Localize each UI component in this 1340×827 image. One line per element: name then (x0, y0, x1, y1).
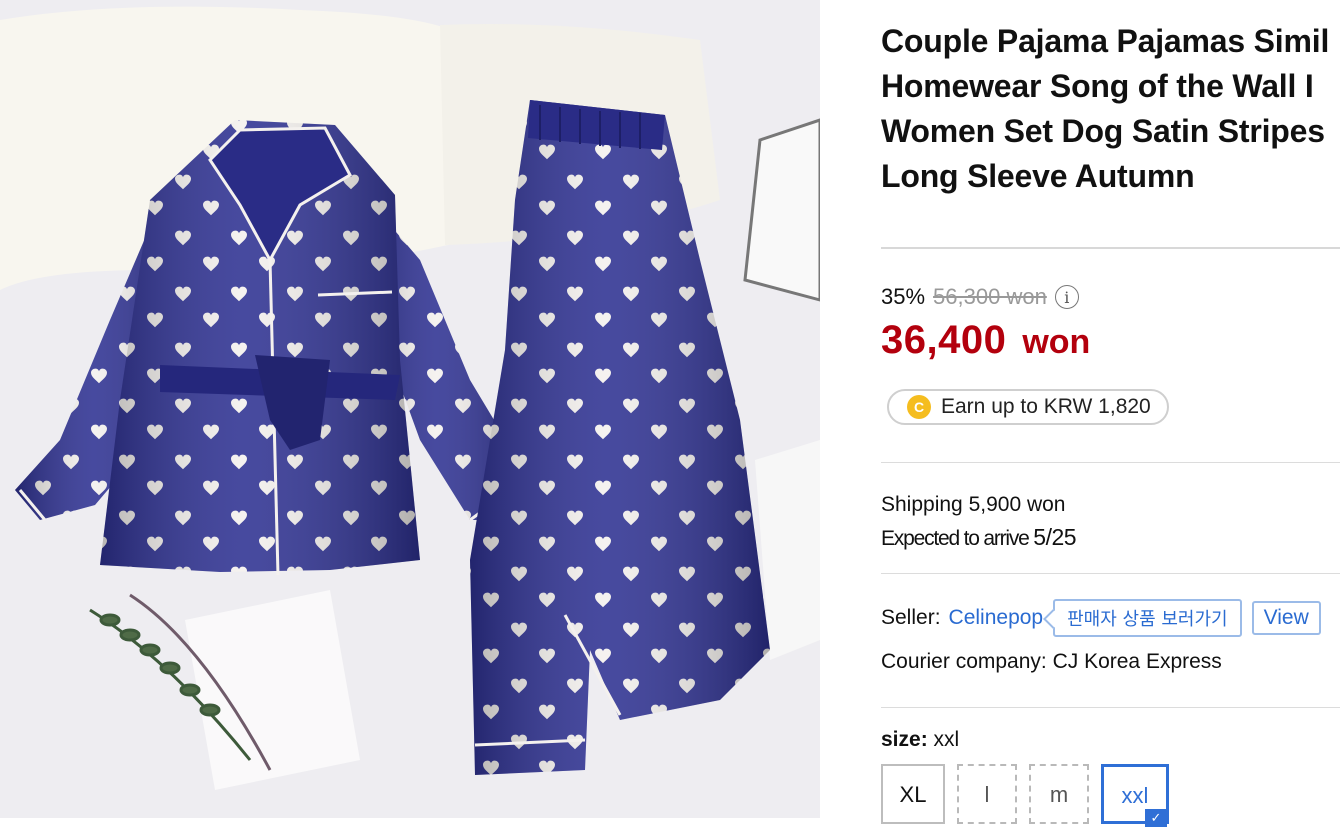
courier-company: Courier company: CJ Korea Express (881, 650, 1222, 673)
shipping-cost: Shipping 5,900 won (881, 493, 1066, 516)
info-icon[interactable]: i (1054, 285, 1079, 309)
price-row: 35% 56,300 won i (881, 283, 1079, 311)
view-seller-products-button[interactable]: 판매자 상품 보러가기 (1053, 599, 1242, 637)
points-label: Earn up to KRW 1,820 (941, 395, 1151, 418)
arrival-prefix: Expected to arrive (881, 527, 1034, 550)
check-icon: ✓ (1145, 809, 1167, 827)
discount-rate: 35% (881, 284, 926, 309)
original-price: 56,300 won (933, 284, 1047, 309)
points-badge[interactable]: C Earn up to KRW 1,820 (887, 389, 1169, 425)
size-option-l[interactable]: l (957, 764, 1017, 824)
arrival-date: 5/25 (1033, 524, 1077, 550)
sale-price-amount: 36,400 (881, 318, 1007, 362)
size-option-label: m (1049, 782, 1069, 807)
coin-icon: C (907, 395, 931, 419)
sale-price: 36,400 won (881, 318, 1090, 363)
view-button[interactable]: View (1251, 601, 1321, 635)
size-selected-value: xxl (933, 728, 960, 751)
sale-price-unit: won (1022, 323, 1091, 361)
size-label-text: size: (881, 728, 928, 751)
seller-name-link[interactable]: Celinepop (949, 606, 1044, 630)
size-options: XL l m xxl ✓ (881, 764, 1169, 827)
size-label: size: xxl (881, 728, 959, 752)
size-option-xl[interactable]: XL (881, 764, 945, 824)
product-image[interactable] (0, 0, 820, 818)
size-option-m[interactable]: m (1029, 764, 1089, 824)
divider (881, 707, 1340, 708)
product-info-panel: Couple Pajama Pajamas Simil Homewear Son… (881, 0, 1340, 827)
size-option-xxl[interactable]: xxl ✓ (1101, 764, 1169, 827)
size-option-label: XL (899, 782, 927, 807)
expected-arrival: Expected to arrive 5/25 (881, 524, 1077, 551)
divider (881, 462, 1340, 463)
seller-row: Seller: Celinepop 판매자 상품 보러가기 View (881, 598, 1321, 638)
product-title: Couple Pajama Pajamas Simil Homewear Son… (881, 23, 1330, 194)
divider (881, 573, 1340, 574)
size-option-label: l (984, 782, 990, 807)
divider (881, 247, 1340, 249)
seller-label: Seller: (881, 606, 941, 629)
